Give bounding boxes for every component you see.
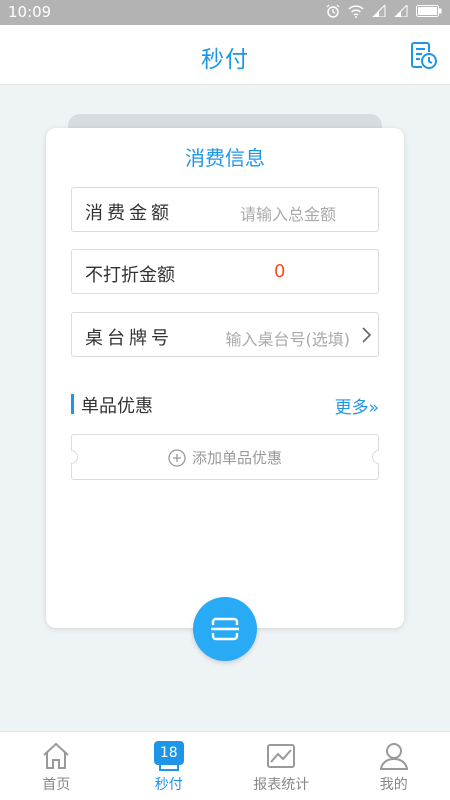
scan-icon: [211, 617, 239, 641]
add-item-discount-button[interactable]: 添加单品优惠: [71, 434, 379, 480]
no-discount-field[interactable]: 不打折金额 0: [71, 249, 379, 294]
status-icons: [326, 4, 442, 18]
consumption-card: 消费信息 消费金额 请输入总金额 不打折金额 0 桌台牌号 输入桌台号(选填) …: [46, 128, 404, 628]
history-button[interactable]: [408, 40, 438, 70]
tab-mine-label: 我的: [379, 777, 408, 793]
calendar-badge-icon: 18: [153, 741, 184, 765]
no-discount-label: 不打折金额: [85, 265, 175, 286]
user-icon: [379, 743, 408, 770]
alarm-icon: [326, 4, 340, 18]
table-number-placeholder: 输入桌台号(选填): [225, 330, 351, 349]
table-number-label: 桌台牌号: [85, 328, 173, 349]
add-item-discount-content: 添加单品优惠: [72, 447, 378, 468]
tab-reports-label: 报表统计: [253, 777, 310, 793]
amount-field[interactable]: 消费金额 请输入总金额: [71, 187, 379, 232]
app-header: 秒付: [0, 25, 450, 85]
amount-label: 消费金额: [85, 203, 173, 224]
chevron-right-icon: [362, 327, 372, 343]
section-accent-bar: [71, 394, 74, 414]
wifi-icon: [348, 4, 364, 18]
card-title: 消费信息: [185, 146, 265, 170]
badge-stand: [158, 765, 179, 771]
home-icon: [43, 742, 69, 769]
signal-icon: [394, 5, 408, 17]
status-bar: 10:09: [0, 0, 450, 25]
tab-miaofu-label: 秒付: [154, 777, 183, 793]
scan-button[interactable]: [193, 597, 257, 661]
signal-icon: [372, 5, 386, 17]
page-title: 秒付: [201, 47, 249, 73]
add-item-discount-label: 添加单品优惠: [191, 449, 282, 467]
history-icon: [411, 42, 437, 69]
chart-icon: [267, 744, 296, 768]
tab-home-label: 首页: [42, 777, 71, 793]
plus-circle-icon: [168, 448, 186, 467]
tab-reports[interactable]: 报表统计: [225, 732, 338, 800]
bottom-tab-bar: 首页 18 秒付 报表统计 我的: [0, 731, 450, 800]
battery-icon: [416, 5, 442, 17]
tab-home[interactable]: 首页: [0, 732, 113, 800]
section-title: 单品优惠: [81, 396, 153, 417]
tab-mine[interactable]: 我的: [338, 732, 450, 800]
tab-miaofu[interactable]: 18 秒付: [113, 732, 226, 800]
table-number-field[interactable]: 桌台牌号 输入桌台号(选填): [71, 312, 379, 357]
status-time: 10:09: [8, 3, 52, 21]
more-link[interactable]: 更多»: [335, 393, 379, 418]
item-discount-section: 单品优惠 更多»: [71, 392, 379, 418]
no-discount-value: 0: [274, 261, 286, 282]
amount-placeholder: 请输入总金额: [239, 205, 336, 224]
